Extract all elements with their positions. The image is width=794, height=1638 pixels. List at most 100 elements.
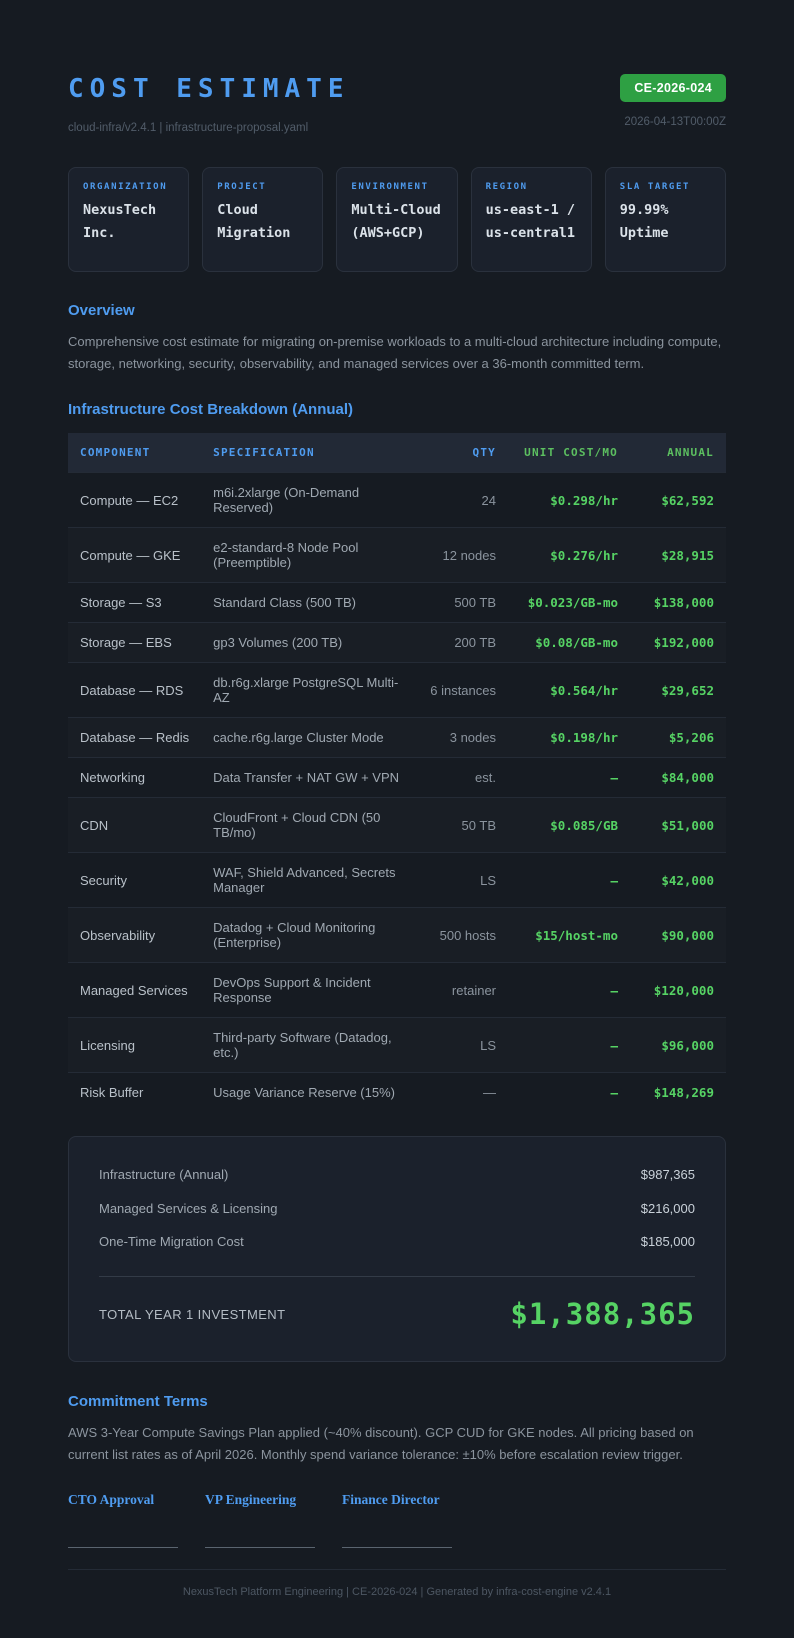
cell-unit-cost: $0.564/hr [508,662,630,718]
table-row: Storage — S3 Standard Class (500 TB) 500… [68,582,726,623]
cell-unit-cost: – [508,1072,630,1112]
meta-card: SLA TARGET 99.99% Uptime [604,167,726,272]
breakdown-heading: Infrastructure Cost Breakdown (Annual) [68,401,354,418]
cell-qty: retainer [416,962,508,1018]
signature-line [205,1547,315,1548]
footer-text: NexusTech Platform Engineering | CE-2026… [182,1586,612,1598]
cell-specification: gp3 Volumes (200 TB) [201,622,416,663]
cell-qty: est. [416,757,508,798]
cell-component: Compute — GKE [68,527,202,583]
cell-qty: 50 TB [416,797,508,853]
meta-card-value: 99.99% Uptime [619,202,669,241]
cell-annual: $148,269 [630,1072,726,1112]
summary-line-label: Managed Services & Licensing [99,1200,278,1216]
meta-card-label: ORGANIZATION [83,182,168,192]
meta-card-row: ORGANIZATION NexusTech Inc. PROJECT Clou… [68,167,726,272]
meta-card-label: ENVIRONMENT [351,182,429,192]
source-file-subtitle: cloud-infra/v2.4.1 | infrastructure-prop… [68,122,309,134]
table-row: Security WAF, Shield Advanced, Secrets M… [68,852,726,908]
cell-annual: $84,000 [630,757,726,798]
cell-unit-cost: $0.198/hr [508,717,630,758]
table-row: Database — Redis cache.r6g.large Cluster… [68,717,726,758]
table-header: COMPONENT SPECIFICATION QTY UNIT COST/MO… [68,433,726,473]
cell-annual: $51,000 [630,797,726,853]
table-row: Compute — EC2 m6i.2xlarge (On-Demand Res… [68,472,726,528]
cell-component: Networking [68,757,202,798]
cell-component: Security [68,852,202,908]
table-row: Risk Buffer Usage Variance Reserve (15%)… [68,1072,726,1112]
summary-line: One-Time Migration Cost $185,000 [99,1234,695,1249]
cell-component: Licensing [68,1017,202,1073]
cell-specification: e2-standard-8 Node Pool (Preemptible) [201,527,416,583]
cell-qty: 500 TB [416,582,508,623]
document-header: COST ESTIMATE cloud-infra/v2.4.1 | infra… [68,74,726,134]
cell-specification: WAF, Shield Advanced, Secrets Manager [201,852,416,908]
cell-component: Risk Buffer [68,1072,202,1112]
meta-card-value: NexusTech Inc. [83,202,157,241]
col-header-component: COMPONENT [80,446,151,459]
cell-specification: Standard Class (500 TB) [201,582,416,623]
cell-unit-cost: $0.085/GB [508,797,630,853]
table-row: Observability Datadog + Cloud Monitoring… [68,907,726,963]
cell-component: Storage — EBS [68,622,202,663]
signature-line [68,1547,178,1548]
summary-divider [99,1276,695,1277]
cell-unit-cost: – [508,962,630,1018]
cell-annual: $138,000 [630,582,726,623]
table-row: Managed Services DevOps Support & Incide… [68,962,726,1018]
cost-breakdown-table: COMPONENT SPECIFICATION QTY UNIT COST/MO… [68,433,726,1112]
cell-unit-cost: $0.023/GB-mo [508,582,630,623]
cell-unit-cost: – [508,1017,630,1073]
cell-qty: 3 nodes [416,717,508,758]
signature-block: VP Engineering [205,1492,342,1548]
table-row: Networking Data Transfer + NAT GW + VPN … [68,757,726,798]
signature-label: Finance Director [342,1492,440,1507]
summary-line-label: One-Time Migration Cost [99,1234,244,1249]
cell-unit-cost: – [508,757,630,798]
meta-card: ENVIRONMENT Multi-Cloud (AWS+GCP) [336,167,458,272]
cell-qty: 6 instances [416,662,508,718]
col-header-annual: ANNUAL [667,446,714,459]
signature-block: Finance Director [342,1492,479,1548]
cell-qty: 24 [416,472,508,528]
commitment-paragraph: AWS 3-Year Compute Savings Plan applied … [68,1425,694,1462]
cell-component: Storage — S3 [68,582,202,623]
cell-annual: $28,915 [630,527,726,583]
signature-label: CTO Approval [68,1492,155,1507]
cell-component: Managed Services [68,962,202,1018]
cell-qty: LS [416,1017,508,1073]
meta-card: PROJECT Cloud Migration [202,167,324,272]
cell-specification: Usage Variance Reserve (15%) [201,1072,416,1112]
meta-card-value: us-east-1 / us-central1 [485,202,575,241]
estimate-id-badge: CE-2026-024 [620,74,726,102]
meta-card: REGION us-east-1 / us-central1 [470,167,592,272]
summary-line: Infrastructure (Annual) $987,365 [99,1167,695,1182]
cell-qty: LS [416,852,508,908]
col-header-unit-cost: UNIT COST/MO [524,446,618,459]
table-row: Licensing Third-party Software (Datadog,… [68,1017,726,1073]
signature-block: CTO Approval [68,1492,205,1548]
cell-qty: 12 nodes [416,527,508,583]
cell-unit-cost: $0.276/hr [508,527,630,583]
meta-card-label: REGION [485,182,528,192]
meta-card-label: PROJECT [217,182,267,192]
summary-line-value: $987,365 [640,1167,695,1182]
table-row: Compute — GKE e2-standard-8 Node Pool (P… [68,527,726,583]
meta-card-label: SLA TARGET [619,182,690,192]
cell-specification: db.r6g.xlarge PostgreSQL Multi-AZ [201,662,416,718]
cost-summary-card: Infrastructure (Annual) $987,365 Managed… [68,1136,726,1362]
table-row: CDN CloudFront + Cloud CDN (50 TB/mo) 50… [68,797,726,853]
cell-unit-cost: – [508,852,630,908]
cost-estimate-document: { "header": { "title": "COST ESTIMATE", … [0,0,794,1638]
summary-total-row: TOTAL YEAR 1 INVESTMENT $1,388,365 [99,1297,695,1331]
summary-line: Managed Services & Licensing $216,000 [99,1201,695,1216]
summary-line-value: $216,000 [640,1200,695,1216]
table-body: Compute — EC2 m6i.2xlarge (On-Demand Res… [68,472,726,1112]
cell-component: CDN [68,797,202,853]
commitment-heading: Commitment Terms [68,1393,208,1410]
cell-component: Compute — EC2 [68,472,202,528]
cell-qty: 500 hosts [416,907,508,963]
generated-timestamp: 2026-04-13T00:00Z [624,116,726,128]
cell-specification: DevOps Support & Incident Response [201,962,416,1018]
table-row: Database — RDS db.r6g.xlarge PostgreSQL … [68,662,726,718]
